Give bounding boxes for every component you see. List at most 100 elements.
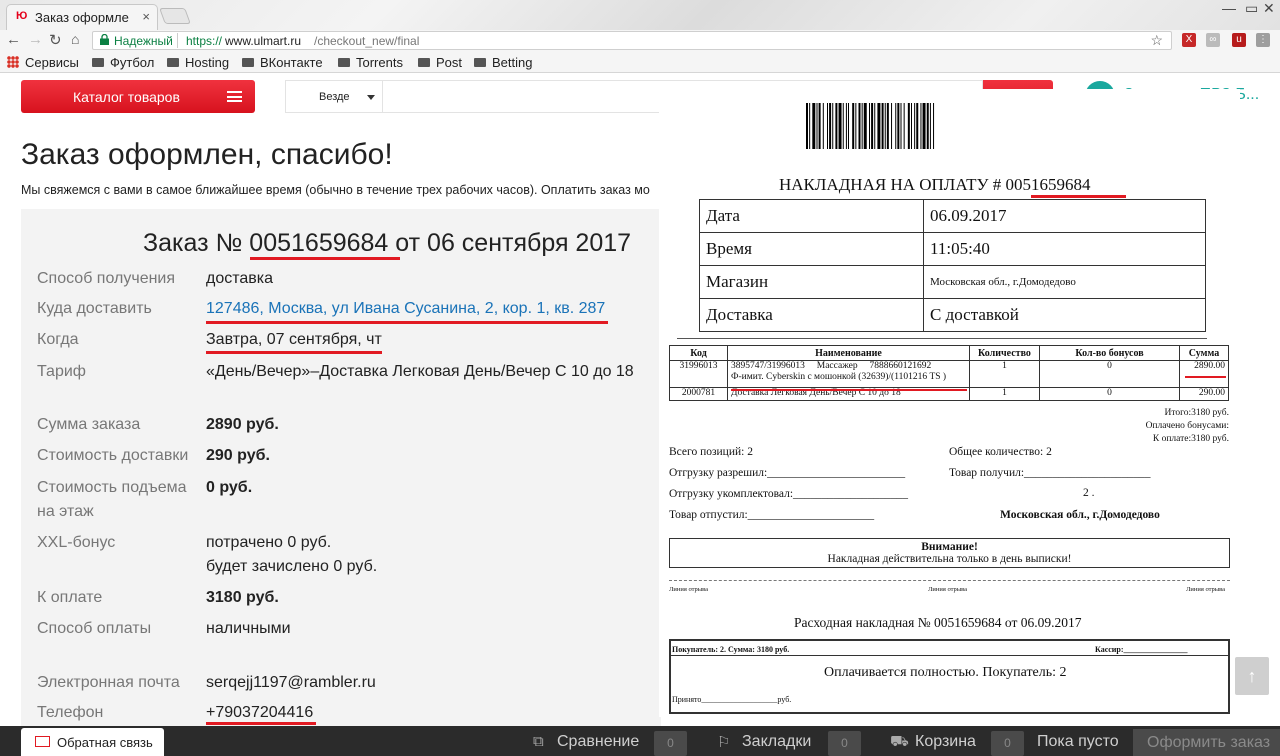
- barcode-bar: [829, 103, 832, 149]
- tab-close-icon[interactable]: ×: [142, 9, 150, 24]
- barcode-bar: [911, 103, 912, 149]
- bookmark-post[interactable]: Post: [418, 55, 462, 70]
- highlight-underline: [250, 257, 400, 260]
- barcode-bar: [832, 103, 834, 149]
- bookmarks-link[interactable]: Закладки: [742, 733, 811, 751]
- folder-icon: [418, 58, 430, 67]
- barcode-bar: [822, 103, 824, 149]
- folder-icon: [92, 58, 104, 67]
- feedback-button[interactable]: Обратная связь: [21, 728, 164, 756]
- cut-line-divider: [669, 580, 1230, 581]
- row-label: Куда доставить: [37, 300, 152, 317]
- invoice-items-table: Код Наименование Количество Кол-во бонус…: [669, 345, 1229, 401]
- home-icon[interactable]: ⌂: [71, 31, 79, 47]
- highlight-underline: [206, 351, 382, 354]
- barcode-bar: [922, 103, 926, 149]
- compare-link[interactable]: Сравнение: [557, 733, 639, 751]
- tariff-value: «День/Вечер»–Доставка Легковая День/Вече…: [206, 363, 634, 380]
- order-heading: Заказ № 0051659684 от 06 сентября 2017: [143, 229, 632, 257]
- cart-count: 0: [991, 731, 1024, 756]
- row-label: К оплате: [37, 589, 103, 606]
- browser-tab-strip: Ю Заказ оформле × — ▭ ✕: [0, 0, 1280, 30]
- arrow-up-icon: ↑: [1247, 666, 1257, 686]
- extension-menu-icon[interactable]: ⋮: [1256, 33, 1270, 47]
- amount-to-pay: 3180 руб.: [206, 589, 279, 606]
- invoice-number: 0051659684: [1005, 175, 1091, 194]
- barcode-bar: [914, 103, 916, 149]
- order-sum: 2890 руб.: [206, 416, 279, 433]
- bookmark-betting[interactable]: Betting: [474, 55, 532, 70]
- barcode-bar: [858, 103, 861, 149]
- delivery-address-link[interactable]: 127486, Москва, ул Ивана Сусанина, 2, ко…: [206, 300, 605, 318]
- browser-toolbar: ← → ↻ ⌂ Надежный https:// www.ulmart.ru …: [0, 30, 1280, 52]
- address-bar[interactable]: Надежный https:// www.ulmart.ru /checkou…: [92, 31, 1172, 50]
- phone-value: +79037204416: [206, 704, 314, 721]
- folder-icon: [474, 58, 486, 67]
- bookmark-torrents[interactable]: Torrents: [338, 55, 403, 70]
- menu-icon: [227, 91, 242, 102]
- lock-icon: [100, 34, 109, 45]
- barcode-bar: [907, 103, 910, 149]
- barcode-bar: [845, 103, 847, 149]
- row-label: Способ получения: [37, 270, 176, 287]
- barcode-bar: [895, 103, 897, 149]
- barcode-bar: [871, 103, 874, 149]
- barcode-bar: [903, 103, 905, 149]
- bookmark-services[interactable]: Сервисы: [7, 55, 79, 70]
- row-label: Тариф: [37, 363, 86, 380]
- barcode-bar: [838, 103, 842, 149]
- extension-ublock-icon[interactable]: u: [1232, 33, 1246, 47]
- barcode-bar: [884, 103, 886, 149]
- barcode-bar: [926, 103, 929, 149]
- page-subtitle: Мы свяжемся с вами в самое ближайшее вре…: [21, 183, 650, 197]
- new-tab-button[interactable]: [159, 8, 191, 24]
- forward-icon[interactable]: →: [28, 31, 43, 48]
- scroll-to-top-button[interactable]: ↑: [1235, 657, 1269, 695]
- barcode-bar: [809, 103, 811, 149]
- payment-method: наличными: [206, 620, 291, 637]
- checkout-button[interactable]: Оформить заказ: [1133, 729, 1280, 756]
- search-scope-select[interactable]: Везде: [285, 80, 383, 113]
- url-protocol: https://: [186, 34, 223, 48]
- catalog-button[interactable]: Каталог товаров: [21, 80, 255, 113]
- cart-icon: ⛟: [890, 733, 909, 750]
- close-window-icon[interactable]: ✕: [1263, 0, 1275, 17]
- order-number: 0051659684: [249, 229, 389, 257]
- cart-status: Пока пусто: [1037, 733, 1119, 750]
- bookmark-football[interactable]: Футбол: [92, 55, 154, 70]
- highlight-underline: [206, 722, 316, 725]
- barcode-bar: [806, 103, 808, 149]
- extension-x-icon[interactable]: X: [1182, 33, 1196, 47]
- bookmark-vkontakte[interactable]: ВКонтакте: [242, 55, 323, 70]
- barcode-bar: [842, 103, 844, 149]
- barcode-bar: [891, 103, 893, 149]
- bonus-spent: потрачено 0 руб.: [206, 534, 332, 551]
- tab-title: Заказ оформле: [35, 10, 129, 25]
- bookmark-hosting[interactable]: Hosting: [167, 55, 229, 70]
- barcode-bar: [835, 103, 838, 149]
- ulmart-favicon-icon: Ю: [16, 10, 28, 22]
- maximize-window-icon[interactable]: ▭: [1245, 0, 1258, 17]
- row-label: Стоимость доставки: [37, 447, 189, 464]
- row-label: Телефон: [37, 704, 104, 721]
- url-host: www.ulmart.ru: [225, 34, 302, 48]
- row-label: XXL-бонус: [37, 534, 116, 551]
- barcode-bar: [827, 103, 828, 149]
- minimize-window-icon[interactable]: —: [1222, 0, 1236, 16]
- browser-tab[interactable]: Ю Заказ оформле ×: [6, 4, 158, 30]
- delivery-cost: 290 руб.: [206, 447, 270, 464]
- highlight-underline: [1185, 376, 1226, 378]
- bonus-earned: будет зачислено 0 руб.: [206, 558, 378, 575]
- page-title: Заказ оформлен, спасибо!: [21, 138, 393, 171]
- bookmarks-count: 0: [828, 731, 861, 756]
- row-label: Стоимость подъема: [37, 479, 187, 496]
- cart-link[interactable]: Корзина: [915, 733, 976, 751]
- invoice-totals: Итого:3180 руб. Оплачено бонусами: К опл…: [1145, 408, 1229, 444]
- barcode: [806, 103, 935, 149]
- back-icon[interactable]: ←: [6, 31, 21, 48]
- reload-icon[interactable]: ↻: [49, 31, 62, 49]
- extension-link-icon[interactable]: ∞: [1206, 33, 1220, 47]
- barcode-bar: [852, 103, 855, 149]
- delivery-method: доставка: [206, 270, 274, 287]
- bookmark-star-icon[interactable]: ☆: [1150, 32, 1163, 49]
